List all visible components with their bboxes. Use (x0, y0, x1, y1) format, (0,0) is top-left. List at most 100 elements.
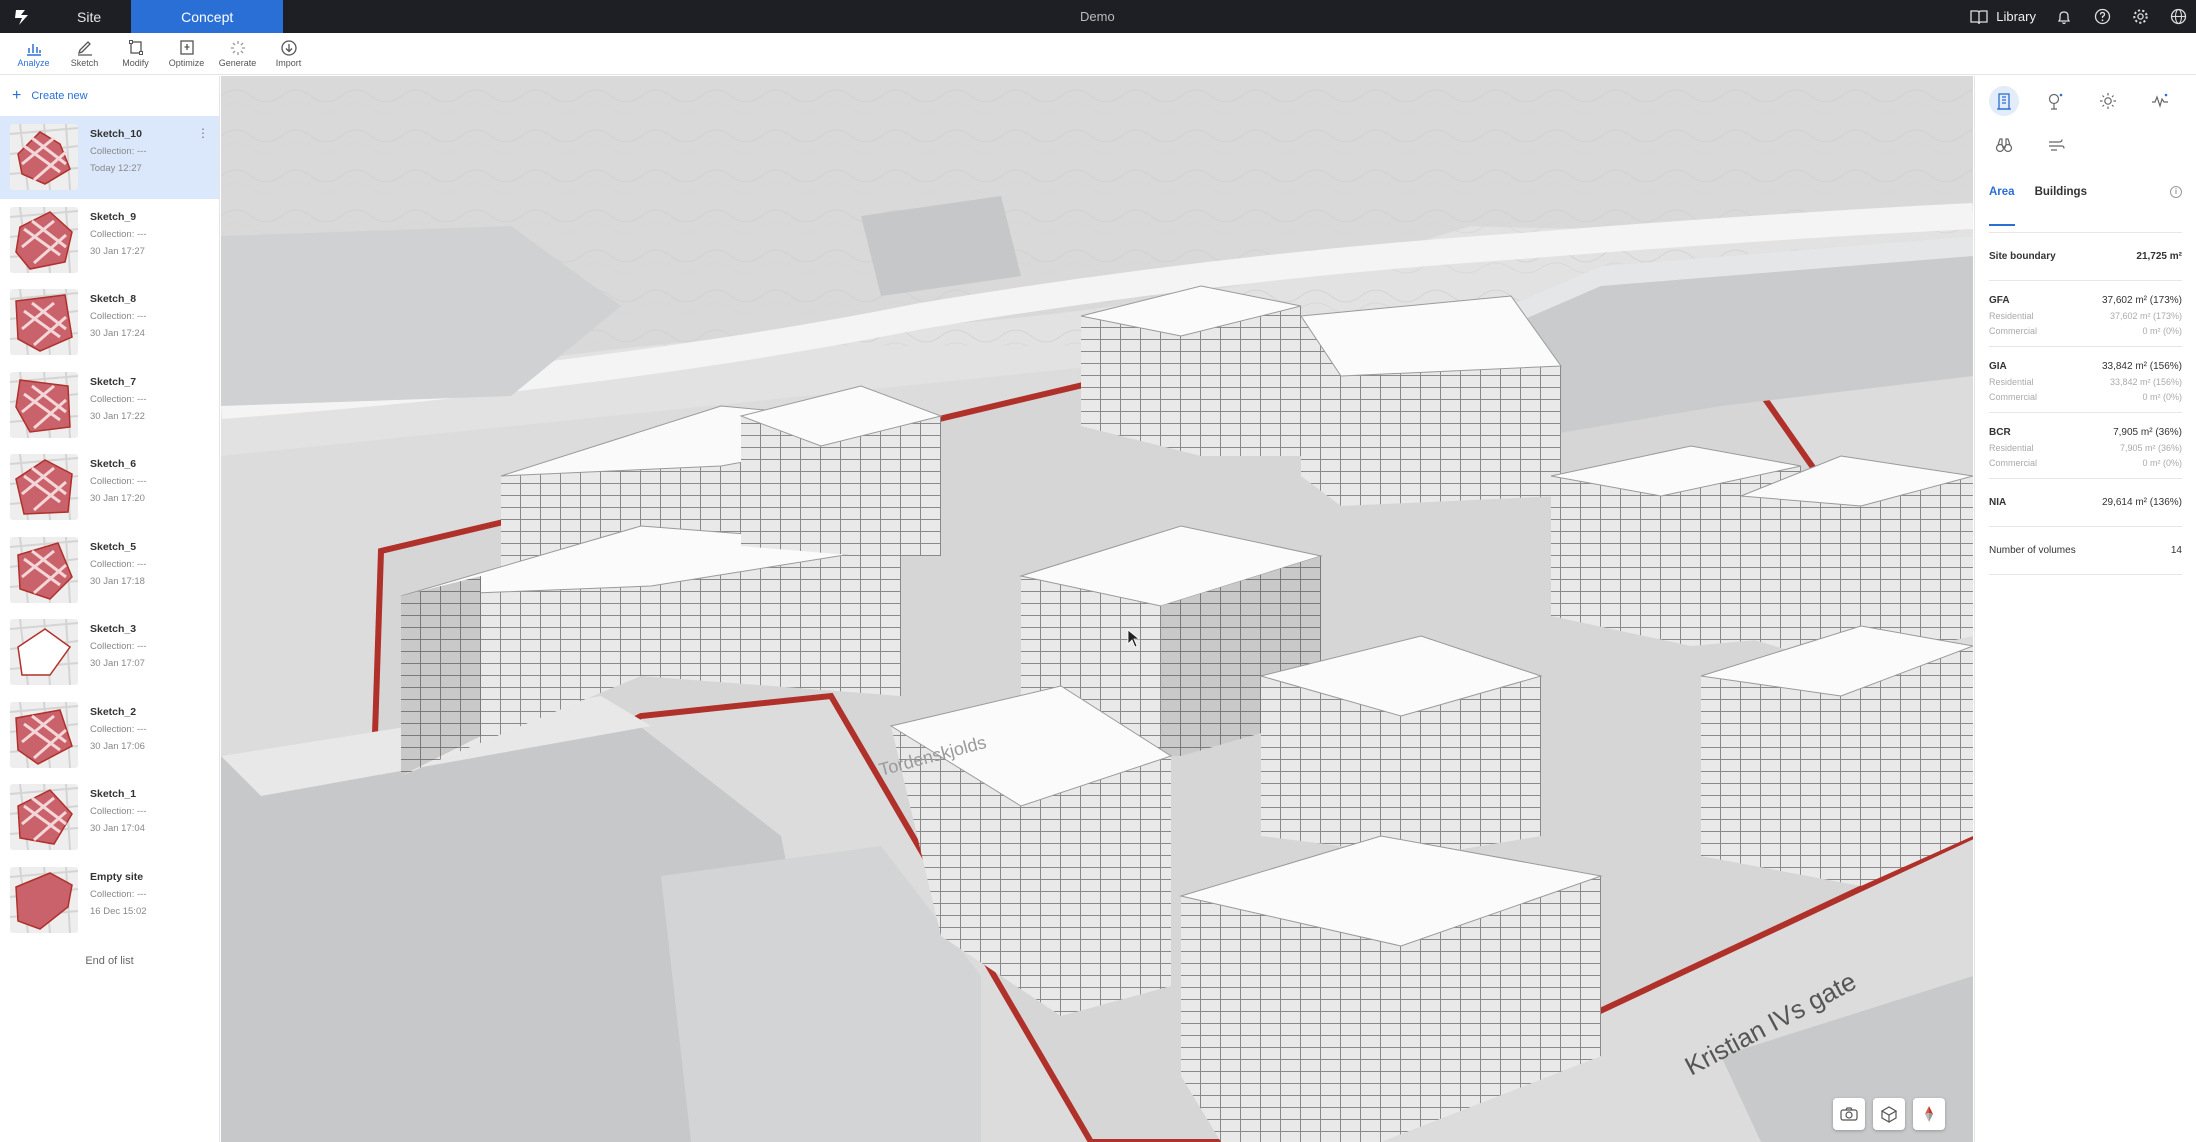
scene-canvas: Kristian IVs gate Tordenskjolds (221, 76, 1973, 1142)
binoculars-icon (1995, 138, 2013, 153)
sketch-list-item[interactable]: Empty site Collection: --- 16 Dec 15:02 (0, 859, 219, 942)
tool-sketch[interactable]: Sketch (59, 33, 110, 75)
wind-icon (2049, 139, 2065, 151)
compass-button[interactable] (1913, 1098, 1945, 1130)
sketch-name: Sketch_3 (90, 623, 137, 635)
map-3d-viewport[interactable]: Kristian IVs gate Tordenskjolds (221, 76, 1973, 1142)
tree-analysis-button[interactable] (2041, 86, 2071, 116)
stat-sub-label: Residential (1989, 443, 2034, 453)
mode-tabs: Site Concept (47, 0, 284, 33)
stat-sub-value: 33,842 m² (156%) (2109, 377, 2182, 387)
stat-sub-label: Commercial (1989, 392, 2038, 402)
tool-import[interactable]: Import (263, 33, 314, 75)
gear-icon[interactable] (2130, 7, 2150, 27)
tool-import-label: Import (275, 58, 302, 68)
stat-value: 29,614 m² (136%) (2101, 497, 2182, 508)
cube-layers-icon (1880, 1106, 1898, 1123)
compass-icon (1925, 1106, 1933, 1122)
sketch-date: 30 Jan 17:20 (90, 493, 145, 504)
sketch-list: Sketch_10 Collection: --- Today 12:27 ⋮ Sket… (0, 116, 219, 941)
noise-analysis-button[interactable] (2145, 86, 2175, 116)
sparkle-icon (230, 41, 245, 55)
sketch-list-sidebar: + Create new Sketch_10 Collection: --- Tod… (0, 76, 220, 1142)
tab-concept[interactable]: Concept (131, 0, 284, 33)
globe-icon[interactable] (2168, 7, 2188, 27)
stat-value: 37,602 m² (173%) (2101, 295, 2182, 306)
sketch-meta: Empty site Collection: --- 16 Dec 15:02 (90, 867, 147, 934)
sketch-list-item[interactable]: Sketch_2 Collection: --- 30 Jan 17:06 (0, 694, 219, 777)
sketch-list-item[interactable]: Sketch_5 Collection: --- 30 Jan 17:18 (0, 529, 219, 612)
plus-icon: + (12, 87, 22, 104)
info-icon[interactable]: i (2170, 186, 2182, 198)
sketch-meta: Sketch_3 Collection: --- 30 Jan 17:07 (90, 619, 147, 686)
stat-value: 7,905 m² (36%) (2113, 427, 2182, 438)
sketch-date: 30 Jan 17:07 (90, 658, 145, 669)
tab-buildings[interactable]: Buildings (2035, 186, 2087, 218)
sketch-list-item[interactable]: Sketch_7 Collection: --- 30 Jan 17:22 (0, 364, 219, 447)
stat-volumes: Number of volumes 14 (1989, 527, 2182, 575)
analysis-icon-grid (1975, 76, 2196, 160)
sketch-thumbnail (10, 454, 78, 520)
sketch-date: 30 Jan 17:27 (90, 245, 145, 257)
stat-label: Site boundary (1989, 251, 2056, 262)
bell-icon[interactable] (2054, 7, 2074, 27)
stat-label: GIA (1989, 361, 2007, 372)
sketch-meta: Sketch_7 Collection: --- 30 Jan 17:22 (90, 372, 147, 439)
building-stats-button[interactable] (1989, 86, 2019, 116)
sun-analysis-button[interactable] (2093, 86, 2123, 116)
sketch-date: 30 Jan 17:18 (90, 575, 145, 587)
stat-gia: GIA 33,842 m² (156%) Residential 33,842 m²… (1989, 347, 2182, 413)
sketch-thumbnail (10, 784, 78, 850)
chart-icon (26, 44, 41, 56)
tool-optimize[interactable]: Optimize (161, 33, 212, 75)
analysis-panel: Area Buildings i Site boundary 21,725 m² … (1974, 76, 2196, 1142)
sketch-list-item[interactable]: Sketch_9 Collection: --- 30 Jan 17:27 (0, 199, 219, 282)
sketch-list-item[interactable]: Sketch_1 Collection: --- 30 Jan 17:04 (0, 776, 219, 859)
tool-generate[interactable]: Generate (212, 33, 263, 75)
sketch-name: Sketch_10 (90, 128, 142, 140)
help-icon[interactable] (2092, 7, 2112, 27)
sketch-thumbnail (10, 124, 78, 190)
sketch-collection: Collection: --- (90, 146, 147, 157)
sketch-collection: Collection: --- (90, 558, 147, 570)
camera-button[interactable] (1833, 1098, 1865, 1130)
stat-value: 33,842 m² (156%) (2101, 361, 2182, 372)
view-analysis-button[interactable] (1989, 130, 2019, 160)
sketch-date: 30 Jan 17:06 (90, 740, 145, 752)
wind-analysis-button[interactable] (2041, 130, 2071, 160)
stat-gfa: GFA 37,602 m² (173%) Residential 37,602 m²… (1989, 281, 2182, 347)
app-logo-icon[interactable] (10, 5, 34, 29)
sketch-collection: Collection: --- (90, 311, 147, 322)
sketch-list-item[interactable]: Sketch_6 Collection: --- 30 Jan 17:20 (0, 446, 219, 529)
tab-site[interactable]: Site (47, 0, 131, 33)
tab-area[interactable]: Area (1989, 186, 2015, 226)
tool-generate-label: Generate (218, 58, 257, 68)
more-options-icon[interactable]: ⋮ (197, 126, 209, 140)
stat-bcr: BCR 7,905 m² (36%) Residential 7,905 m² (3… (1989, 413, 2182, 479)
sketch-list-item[interactable]: Sketch_3 Collection: --- 30 Jan 17:07 (0, 611, 219, 694)
end-of-list: End of list (85, 955, 134, 967)
create-new-button[interactable]: + Create new (0, 76, 219, 116)
library-button[interactable]: Library (1970, 9, 2036, 25)
layers-button[interactable] (1873, 1098, 1905, 1130)
sketch-list-item[interactable]: Sketch_10 Collection: --- Today 12:27 ⋮ (0, 116, 219, 199)
camera-icon (1840, 1107, 1858, 1121)
stat-sub-label: Residential (1989, 377, 2034, 387)
sketch-collection: Collection: --- (90, 723, 147, 735)
tool-optimize-label: Optimize (168, 58, 205, 68)
tool-modify[interactable]: Modify (110, 33, 161, 75)
stat-label: Number of volumes (1989, 545, 2076, 556)
stat-sub-value: 0 m² (0%) (2142, 392, 2182, 402)
top-bar: Site Concept Demo Library (0, 0, 2196, 33)
stat-sub-label: Commercial (1989, 326, 2038, 336)
sketch-list-item[interactable]: Sketch_8 Collection: --- 30 Jan 17:24 (0, 281, 219, 364)
sketch-collection: Collection: --- (90, 228, 147, 240)
stat-sub-value: 7,905 m² (36%) (2119, 443, 2182, 453)
stat-sub-value: 37,602 m² (173%) (2109, 311, 2182, 321)
sketch-name: Sketch_8 (90, 293, 137, 305)
stat-nia: NIA 29,614 m² (136%) (1989, 479, 2182, 527)
pencil-icon (77, 41, 92, 56)
sketch-meta: Sketch_8 Collection: --- 30 Jan 17:24 (90, 289, 147, 356)
sketch-name: Sketch_7 (90, 375, 137, 388)
tool-analyze[interactable]: Analyze (8, 33, 59, 75)
